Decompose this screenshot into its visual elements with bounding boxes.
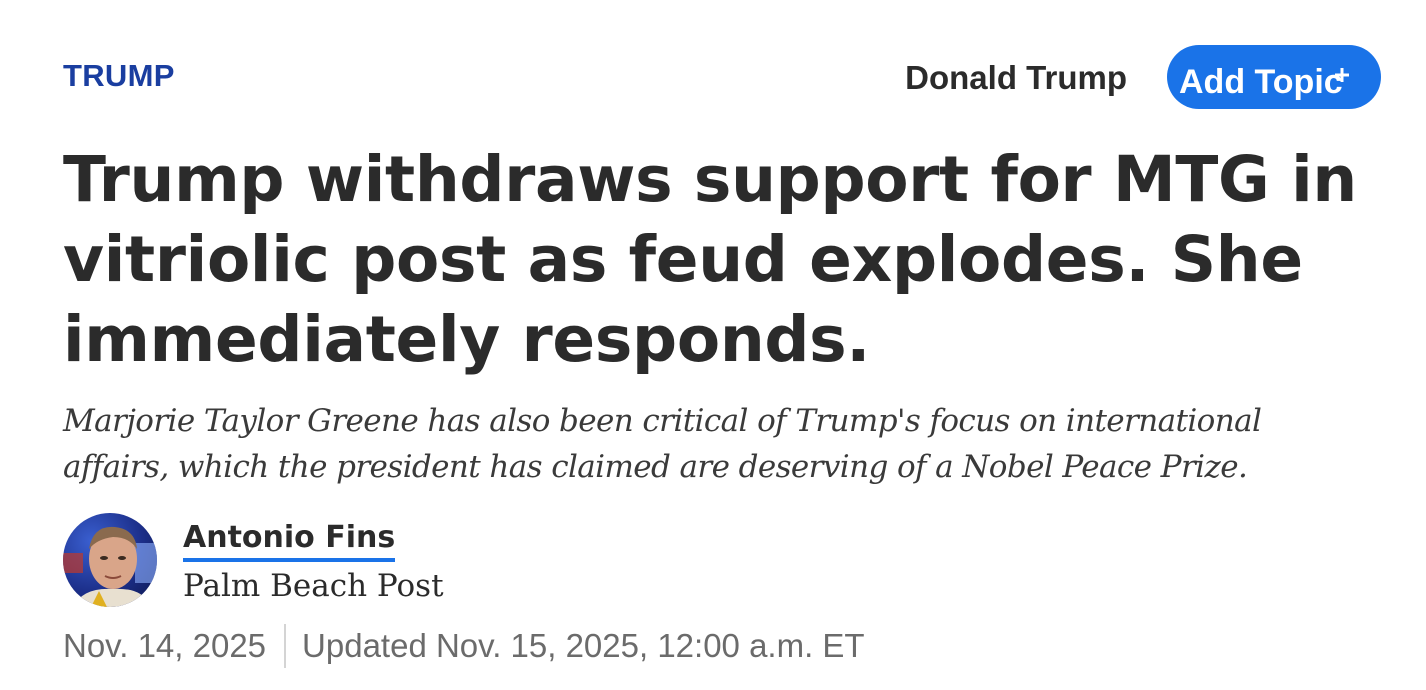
section-label[interactable]: TRUMP xyxy=(63,58,175,94)
article-headline: Trump withdraws support for MTG in vitri… xyxy=(63,143,1357,376)
published-date: Nov. 14, 2025 xyxy=(63,627,267,664)
avatar-image xyxy=(63,513,157,607)
author-avatar[interactable] xyxy=(63,513,157,607)
dateline: Nov. 14, 2025 Updated Nov. 15, 2025, 12:0… xyxy=(63,624,865,668)
updated-date: Updated Nov. 15, 2025, 12:00 a.m. ET xyxy=(302,627,865,664)
plus-icon xyxy=(1335,68,1349,82)
add-topic-button[interactable]: Add Topic xyxy=(1167,45,1381,109)
add-topic-label: Add Topic xyxy=(1179,63,1343,101)
article-topbar: TRUMP Donald Trump Add Topic xyxy=(63,45,1381,111)
topic-link[interactable]: Donald Trump xyxy=(905,59,1127,97)
dateline-divider xyxy=(284,624,287,668)
publication-name: Palm Beach Post xyxy=(183,568,444,604)
article-dek: Marjorie Taylor Greene has also been cri… xyxy=(63,403,1262,485)
byline: Antonio Fins Palm Beach Post xyxy=(63,513,763,613)
author-name-link[interactable]: Antonio Fins xyxy=(183,520,396,562)
